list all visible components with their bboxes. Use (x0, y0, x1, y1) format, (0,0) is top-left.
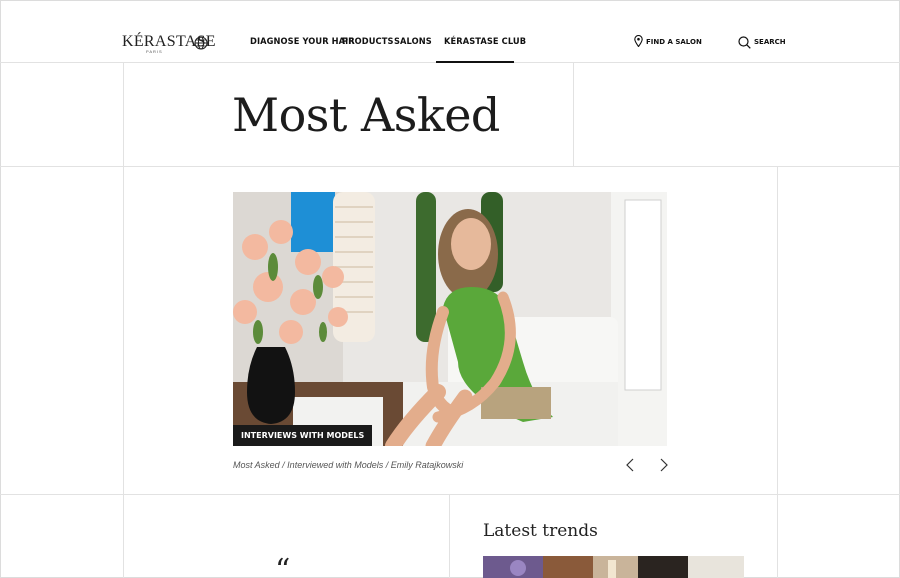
hero-divider (0, 494, 900, 495)
grid-line-right (777, 166, 778, 578)
title-divider (0, 166, 900, 167)
hero-illustration (233, 192, 667, 446)
find-salon-link[interactable]: FIND A SALON (646, 38, 702, 46)
nav-kerastase-club[interactable]: KÉRASTASE CLUB (444, 37, 526, 47)
chevron-right-icon[interactable] (656, 457, 670, 473)
latest-trends-thumbnail[interactable] (483, 556, 744, 578)
quote-mark: “ (275, 553, 291, 578)
grid-line-bottom (449, 494, 450, 578)
nav-active-indicator (436, 61, 514, 63)
category-tag[interactable]: INTERVIEWS WITH MODELS (233, 425, 373, 446)
search-link[interactable]: SEARCH (754, 38, 786, 46)
thumbnail-illustration (483, 556, 744, 578)
search-icon[interactable] (738, 36, 751, 49)
chevron-left-icon[interactable] (624, 457, 638, 473)
page-title: Most Asked (232, 88, 500, 142)
latest-trends-heading: Latest trends (483, 521, 598, 541)
hero-image[interactable] (233, 192, 667, 446)
grid-line-left (123, 62, 124, 578)
location-pin-icon[interactable] (634, 35, 643, 47)
globe-icon[interactable] (194, 36, 208, 50)
grid-line-title (573, 62, 574, 166)
hero-caption: Most Asked / Interviewed with Models / E… (233, 460, 464, 470)
nav-products[interactable]: PRODUCTS (342, 37, 394, 47)
brand-logo-sub: PARIS (146, 49, 163, 54)
nav-salons[interactable]: SALONS (394, 37, 432, 47)
nav-diagnose[interactable]: DIAGNOSE YOUR HAIR (250, 37, 355, 47)
site-header: KÉRASTASE PARIS DIAGNOSE YOUR HAIR PRODU… (0, 0, 900, 63)
